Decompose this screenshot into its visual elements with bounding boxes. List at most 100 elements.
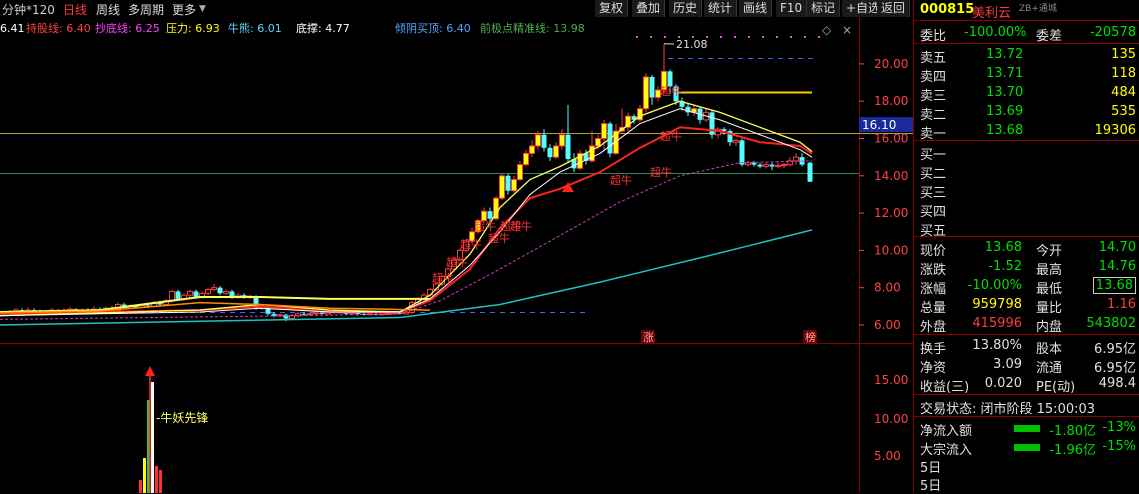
signal-label: 超牛 — [650, 165, 672, 179]
tab-more[interactable]: 更多 — [172, 1, 196, 18]
stat-row: 外盘415996内盘543802 — [914, 315, 1139, 334]
period-label[interactable]: 分钟*120 — [2, 1, 55, 18]
menu-f10[interactable]: F10 — [776, 0, 807, 17]
ask-label: 卖五 — [920, 47, 946, 66]
candle-body — [794, 157, 799, 161]
candle-body — [782, 165, 787, 166]
price-tag-label: 16.10 — [862, 118, 896, 132]
dot-marker — [650, 36, 652, 38]
ask-price: 13.69 — [986, 104, 1023, 119]
menu-draw[interactable]: 画线 — [739, 0, 772, 17]
flow-bar — [1014, 425, 1040, 432]
fund-label: 股本 — [1036, 338, 1062, 357]
tab-week[interactable]: 周线 — [96, 1, 120, 18]
menu-overlay[interactable]: 叠加 — [632, 0, 665, 17]
close-icon[interactable]: × — [842, 23, 852, 37]
fundamental-row: 收益(三)0.020PE(动)498.4 — [914, 375, 1139, 394]
candle-body — [776, 166, 781, 167]
fund-value: 6.95亿 — [1094, 357, 1136, 376]
axis-tick-label: 20.00 — [874, 57, 908, 71]
candle-body — [302, 314, 307, 315]
bid-row: 买四 — [914, 200, 1139, 219]
fund-label: 换手 — [920, 338, 946, 357]
candle-body — [518, 165, 523, 180]
candle-body — [602, 124, 607, 139]
candle-body — [548, 148, 553, 157]
candle-body — [542, 135, 547, 148]
ask-label: 卖二 — [920, 104, 946, 123]
axis-tick-label: 12.00 — [874, 206, 908, 220]
menu-mark[interactable]: 标记 — [807, 0, 840, 17]
ask-volume: 484 — [1111, 85, 1136, 100]
sub-bar — [143, 458, 146, 493]
more-chevron-icon[interactable]: ▼ — [199, 4, 206, 14]
candle-body — [308, 314, 313, 315]
menu-fuquan[interactable]: 复权 — [595, 0, 628, 17]
indicator-label: 压力: 6.93 — [166, 22, 220, 35]
ask-label: 卖三 — [920, 85, 946, 104]
stat-label: 涨跌 — [920, 259, 946, 278]
candle-body — [194, 291, 199, 297]
sub-bar — [159, 470, 162, 493]
tab-multi-period[interactable]: 多周期 — [128, 1, 164, 18]
candle-body — [770, 165, 775, 167]
candle-body — [206, 290, 211, 294]
candle-body — [752, 163, 757, 165]
signal-label: 超牛 — [660, 84, 682, 98]
weicha-label: 委差 — [1036, 25, 1062, 44]
indicator-label: 抄底线: 6.25 — [95, 21, 160, 35]
flow-bar — [1014, 444, 1040, 451]
ask-row: 卖三 13.70 484 — [914, 84, 1139, 103]
stat-row: 总量959798量比1.16 — [914, 296, 1139, 315]
candle-body — [734, 140, 739, 142]
candle-body — [740, 140, 745, 164]
limit-up-tag: 涨 — [643, 331, 654, 344]
candle-body — [188, 291, 193, 295]
candle-body — [512, 180, 517, 191]
stat-value: 13.68 — [985, 240, 1022, 255]
axis-tick-label: 8.00 — [874, 281, 901, 295]
peak-label: 21.08 — [676, 38, 708, 51]
stat-value: -10.00% — [968, 278, 1022, 293]
candle-body — [596, 139, 601, 146]
ask-price: 13.70 — [986, 85, 1023, 100]
ask-volume: 135 — [1111, 47, 1136, 62]
candle-body — [284, 315, 289, 319]
candle-body — [566, 135, 571, 159]
menu-history[interactable]: 历史 — [669, 0, 702, 17]
stat-label: 内盘 — [1036, 316, 1062, 335]
menu-back[interactable]: 返回 — [877, 0, 910, 17]
menu-stats[interactable]: 统计 — [704, 0, 737, 17]
bid-row: 买二 — [914, 162, 1139, 181]
axis-tick-label: 18.00 — [874, 94, 908, 108]
tab-day[interactable]: 日线 — [63, 1, 87, 18]
flow-pct: -13% — [1102, 420, 1136, 435]
diamond-icon[interactable]: ◇ — [822, 23, 832, 37]
ask-price: 13.72 — [986, 47, 1023, 62]
axis-tick-label: 6.00 — [874, 318, 901, 332]
stat-label: 外盘 — [920, 316, 946, 335]
stat-row: 涨幅-10.00%最低13.68 — [914, 277, 1139, 296]
stat-label: 最低 — [1036, 278, 1062, 297]
dot-marker — [790, 36, 792, 38]
kline-chart[interactable]: 20.0018.0016.0014.0012.0010.008.006.0015… — [0, 18, 913, 493]
dot-marker — [748, 36, 750, 38]
axis-tick-label: 15.00 — [874, 373, 908, 387]
dot-marker — [664, 36, 666, 38]
bid-label: 买四 — [920, 201, 946, 220]
dot-marker — [720, 36, 722, 38]
fund-value: 3.09 — [993, 357, 1022, 372]
day5-label-b: 5日 — [920, 475, 941, 494]
indicator-label: 底撑: 4.77 — [296, 21, 350, 35]
stat-label: 涨幅 — [920, 278, 946, 297]
flow-value: -1.96亿 — [1049, 439, 1096, 458]
stat-label: 总量 — [920, 297, 946, 316]
candle-body — [314, 313, 319, 314]
ask-row: 卖二13.69535 — [914, 103, 1139, 122]
flow-label: 净流入额 — [920, 420, 972, 439]
dot-marker — [818, 36, 820, 38]
stat-value: 543802 — [1086, 316, 1136, 331]
stat-value: 14.70 — [1099, 240, 1136, 255]
flow-row: 大宗流入-1.96亿-15% — [914, 438, 1139, 457]
weicha-value: -20578 — [1090, 25, 1136, 40]
